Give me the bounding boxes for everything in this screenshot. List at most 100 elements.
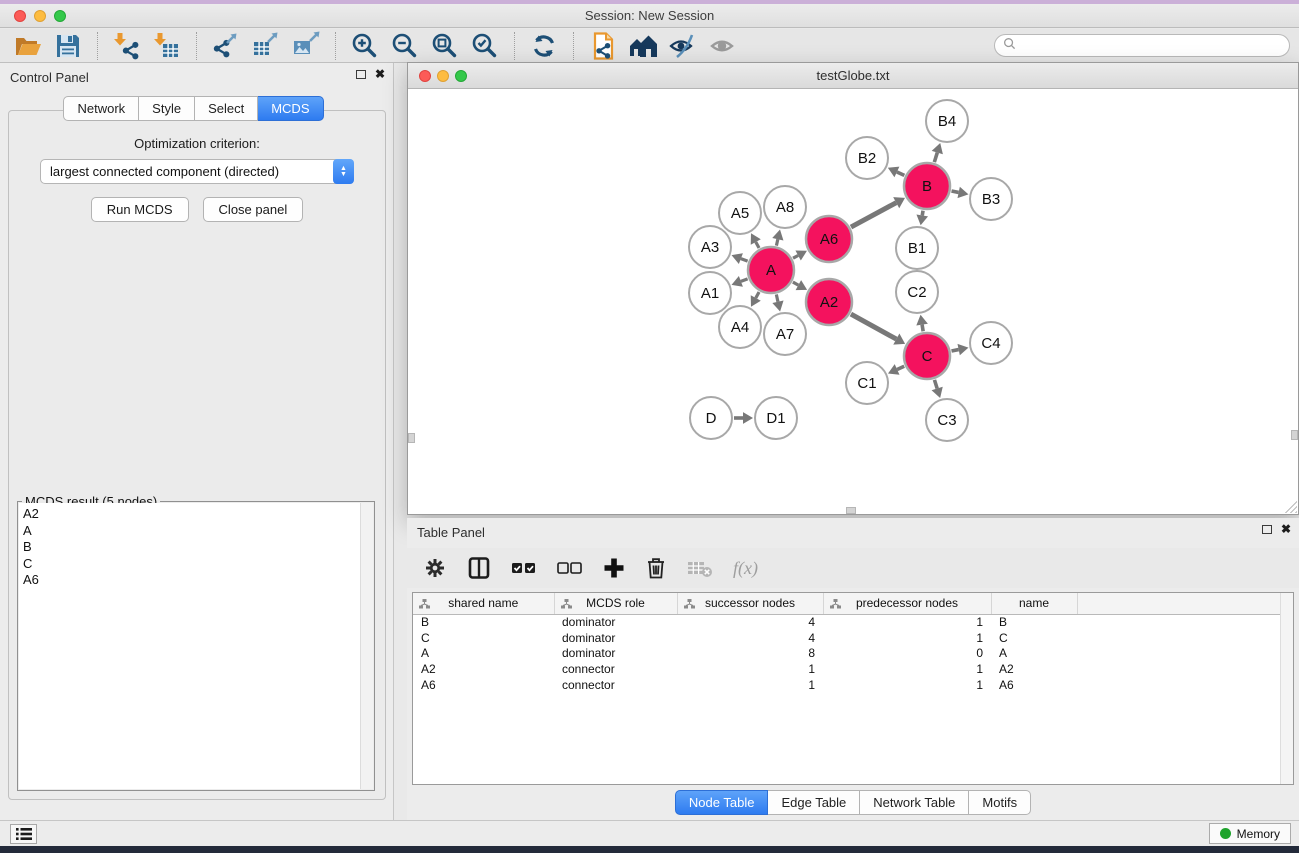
mcds-result-list[interactable]: A2ABCA6 (19, 503, 360, 789)
tab-motifs[interactable]: Motifs (969, 790, 1031, 815)
table-cell[interactable]: A2 (991, 661, 1077, 677)
table-row[interactable]: Cdominator41C (413, 630, 1281, 646)
select-all-icon[interactable] (511, 560, 537, 576)
table-cell[interactable]: A (991, 646, 1077, 662)
column-header-predecessor-nodes[interactable]: predecessor nodes (823, 593, 991, 614)
table-row[interactable]: A6connector11A6 (413, 677, 1281, 693)
result-list-item[interactable]: A6 (23, 572, 360, 589)
tab-edge-table[interactable]: Edge Table (768, 790, 860, 815)
canvas-scroll-right[interactable] (1291, 430, 1298, 440)
table-cell[interactable]: connector (554, 661, 677, 677)
network-canvas[interactable]: B4B2BB3A5A8A6B1A3AA1A2C2A4A7C4CC1C3DD1 (408, 89, 1298, 514)
table-cell[interactable]: 1 (677, 661, 823, 677)
table-row[interactable]: Adominator80A (413, 646, 1281, 662)
table-cell[interactable]: 4 (677, 614, 823, 630)
close-panel-icon[interactable]: ✖ (375, 69, 385, 79)
table-cell[interactable]: 8 (677, 646, 823, 662)
column-header-name[interactable]: name (991, 593, 1077, 614)
table-cell[interactable]: 1 (823, 677, 991, 693)
column-header-MCDS-role[interactable]: MCDS role (554, 593, 677, 614)
edge-B-B1[interactable] (922, 211, 923, 216)
edge-A-A7[interactable] (776, 294, 778, 301)
table-cell[interactable]: 1 (823, 614, 991, 630)
open-folder-icon[interactable] (10, 31, 46, 61)
tab-network[interactable]: Network (63, 96, 139, 121)
close-panel-button[interactable]: Close panel (203, 197, 304, 222)
edge-C-C3[interactable] (934, 380, 937, 389)
delete-column-icon[interactable] (645, 556, 667, 580)
search-input[interactable] (1016, 35, 1289, 56)
node-table-body[interactable]: Bdominator41BCdominator41CAdominator80AA… (413, 614, 1281, 693)
result-list-item[interactable]: A2 (23, 506, 360, 523)
zoom-in-icon[interactable] (347, 31, 383, 61)
table-scrollbar[interactable] (1280, 593, 1293, 784)
tab-select[interactable]: Select (195, 96, 258, 121)
edge-B-B2[interactable] (897, 172, 904, 175)
edge-A-A8[interactable] (776, 239, 777, 245)
edge-C-C4[interactable] (951, 350, 958, 351)
table-cell[interactable]: connector (554, 677, 677, 693)
network-from-file-icon[interactable] (585, 31, 621, 61)
edge-A-A2[interactable] (793, 282, 798, 285)
table-cell[interactable]: dominator (554, 646, 677, 662)
table-cell[interactable]: A6 (413, 677, 554, 693)
split-panel-icon[interactable] (467, 556, 491, 580)
zoom-selected-icon[interactable] (467, 31, 503, 61)
float-table-panel-icon[interactable] (1262, 525, 1272, 534)
result-list-item[interactable]: B (23, 539, 360, 556)
deselect-all-icon[interactable] (557, 560, 583, 576)
table-cell[interactable]: B (991, 614, 1077, 630)
table-cell[interactable]: 0 (823, 646, 991, 662)
table-cell[interactable]: 1 (677, 677, 823, 693)
float-panel-icon[interactable] (356, 70, 366, 79)
table-cell[interactable]: 4 (677, 630, 823, 646)
table-cell[interactable]: 1 (823, 661, 991, 677)
zoom-fit-icon[interactable] (427, 31, 463, 61)
graphics-details-icon[interactable] (665, 31, 701, 61)
edge-C-C1[interactable] (897, 366, 904, 369)
table-cell[interactable]: dominator (554, 614, 677, 630)
search-box[interactable] (994, 34, 1290, 57)
network-window-titlebar[interactable]: testGlobe.txt (408, 63, 1298, 89)
table-row[interactable]: A2connector11A2 (413, 661, 1281, 677)
tab-network-table[interactable]: Network Table (860, 790, 969, 815)
settings-icon[interactable] (423, 556, 447, 580)
export-image-icon[interactable] (288, 31, 324, 61)
tab-mcds[interactable]: MCDS (258, 96, 323, 121)
table-row[interactable]: Bdominator41B (413, 614, 1281, 630)
column-header-successor-nodes[interactable]: successor nodes (677, 593, 823, 614)
edge-B-B4[interactable] (934, 153, 937, 163)
save-icon[interactable] (50, 31, 86, 61)
table-cell[interactable]: C (413, 630, 554, 646)
node-table-header[interactable]: shared nameMCDS rolesuccessor nodesprede… (413, 593, 1281, 614)
zoom-out-icon[interactable] (387, 31, 423, 61)
table-cell[interactable]: A2 (413, 661, 554, 677)
table-cell[interactable]: A6 (991, 677, 1077, 693)
canvas-scroll-left[interactable] (408, 433, 415, 443)
resize-grip-icon[interactable] (1284, 500, 1297, 513)
edge-A-A6[interactable] (793, 255, 798, 258)
table-cell[interactable]: dominator (554, 630, 677, 646)
edge-A6-B[interactable] (851, 203, 896, 227)
tab-node-table[interactable]: Node Table (675, 790, 769, 815)
close-table-panel-icon[interactable]: ✖ (1281, 524, 1291, 534)
column-header-shared-name[interactable]: shared name (413, 593, 554, 614)
add-column-icon[interactable] (603, 557, 625, 579)
import-network-icon[interactable] (109, 31, 145, 61)
import-table-icon[interactable] (149, 31, 185, 61)
result-list-item[interactable]: C (23, 556, 360, 573)
edge-A2-C[interactable] (851, 314, 896, 339)
export-table-icon[interactable] (248, 31, 284, 61)
criterion-dropdown[interactable]: largest connected component (directed) ▲… (40, 159, 354, 184)
result-list-scrollbar[interactable] (360, 503, 373, 789)
edge-A-A1[interactable] (741, 279, 748, 282)
edge-C-C2[interactable] (922, 325, 923, 332)
network-graph[interactable]: B4B2BB3A5A8A6B1A3AA1A2C2A4A7C4CC1C3DD1 (408, 89, 1298, 514)
export-network-icon[interactable] (208, 31, 244, 61)
edge-A-A4[interactable] (756, 292, 759, 298)
edge-A-A3[interactable] (741, 259, 748, 262)
table-cell[interactable]: 1 (823, 630, 991, 646)
run-mcds-button[interactable]: Run MCDS (91, 197, 189, 222)
memory-button[interactable]: Memory (1209, 823, 1291, 844)
table-cell[interactable]: B (413, 614, 554, 630)
